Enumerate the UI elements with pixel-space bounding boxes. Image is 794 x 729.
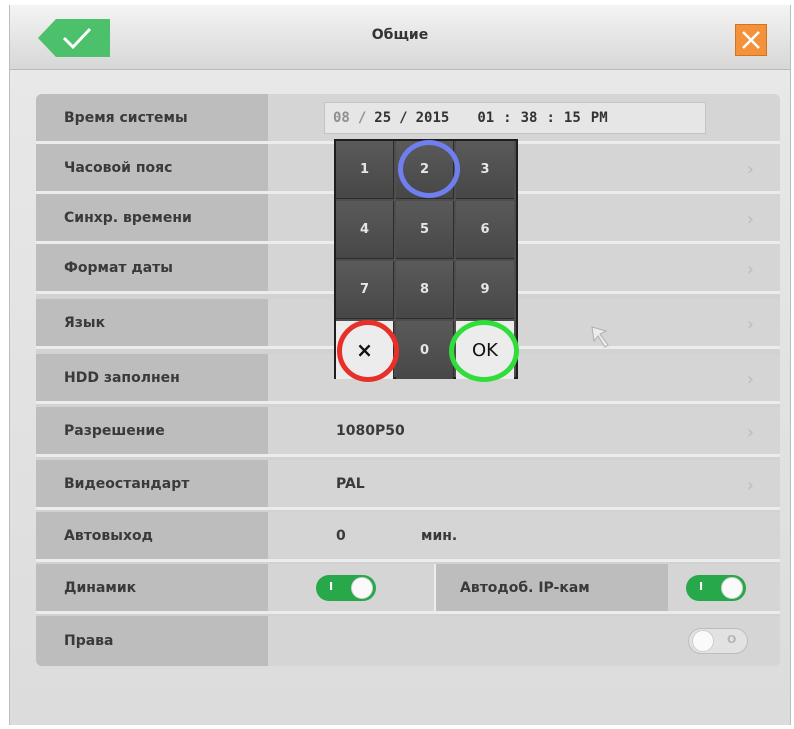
key-6[interactable]: 6 <box>456 201 514 259</box>
day-value[interactable]: 25 <box>374 110 391 126</box>
row-speaker: Динамик I Автодоб. IP-кам I <box>36 564 780 614</box>
auto-add-ip-label: Автодоб. IP-кам <box>436 564 668 611</box>
auto-add-ip-toggle[interactable]: I <box>686 575 746 601</box>
row-video-standard[interactable]: Видеостандарт PAL › <box>36 460 780 510</box>
chevron-right-icon[interactable]: › <box>747 259 754 280</box>
date-separator: / <box>399 110 408 126</box>
year-value[interactable]: 2015 <box>416 110 450 126</box>
auto-exit-value[interactable]: 0 <box>336 528 346 544</box>
date-separator: / <box>357 110 367 126</box>
key-0[interactable]: 0 <box>396 321 454 379</box>
toggle-knob <box>721 577 743 599</box>
second-value[interactable]: 15 <box>564 110 581 126</box>
system-time-field[interactable]: 08 / 25 / 2015 01 : 38 : 15 PM <box>324 102 706 134</box>
language-label: Язык <box>36 299 268 346</box>
toggle-knob <box>351 577 373 599</box>
key-1[interactable]: 1 <box>336 141 394 199</box>
toggle-mark: I <box>329 580 334 593</box>
clear-key[interactable]: × <box>336 321 394 379</box>
page-title: Общие <box>371 27 429 43</box>
timezone-label: Часовой пояс <box>36 144 268 191</box>
row-rights: Права O <box>36 616 780 666</box>
toggle-mark: O <box>727 633 737 646</box>
minute-value[interactable]: 38 <box>521 110 538 126</box>
key-9[interactable]: 9 <box>456 261 514 319</box>
key-8[interactable]: 8 <box>396 261 454 319</box>
time-sync-label: Синхр. времени <box>36 194 268 241</box>
key-3[interactable]: 3 <box>456 141 514 199</box>
rights-label: Права <box>36 616 268 666</box>
resolution-value[interactable]: 1080P50 <box>336 423 405 439</box>
speaker-label: Динамик <box>36 564 268 611</box>
time-separator: : <box>503 110 512 126</box>
chevron-right-icon[interactable]: › <box>747 475 754 496</box>
video-standard-label: Видеостандарт <box>36 460 268 507</box>
mouse-cursor-icon <box>591 326 609 348</box>
close-button[interactable] <box>735 24 767 56</box>
numeric-keypad: 1 2 3 4 5 6 7 8 9 × 0 OK <box>334 139 518 379</box>
video-standard-value[interactable]: PAL <box>336 476 365 492</box>
row-auto-exit: Автовыход 0 мин. <box>36 512 780 562</box>
row-resolution[interactable]: Разрешение 1080P50 › <box>36 407 780 457</box>
ampm-value[interactable]: PM <box>591 110 608 126</box>
key-7[interactable]: 7 <box>336 261 394 319</box>
date-format-label: Формат даты <box>36 244 268 291</box>
key-5[interactable]: 5 <box>396 201 454 259</box>
chevron-right-icon[interactable]: › <box>747 369 754 390</box>
chevron-right-icon[interactable]: › <box>747 209 754 230</box>
hdd-full-label: HDD заполнен <box>36 354 268 401</box>
month-value[interactable]: 08 <box>333 110 350 126</box>
toggle-knob <box>692 630 714 652</box>
auto-exit-unit: мин. <box>421 528 458 544</box>
ok-key[interactable]: OK <box>456 321 514 379</box>
auto-exit-label: Автовыход <box>36 512 268 559</box>
hour-value[interactable]: 01 <box>477 110 494 126</box>
chevron-right-icon[interactable]: › <box>747 159 754 180</box>
close-icon <box>742 31 760 49</box>
key-2[interactable]: 2 <box>396 141 454 199</box>
time-separator: : <box>546 110 555 126</box>
row-system-time: Время системы 08 / 25 / 2015 01 : 38 : 1… <box>36 94 780 144</box>
title-bar: Общие <box>10 5 790 70</box>
resolution-label: Разрешение <box>36 407 268 454</box>
speaker-toggle[interactable]: I <box>316 575 376 601</box>
toggle-mark: I <box>699 580 704 593</box>
chevron-right-icon[interactable]: › <box>747 314 754 335</box>
system-time-label: Время системы <box>36 94 268 141</box>
chevron-right-icon[interactable]: › <box>747 422 754 443</box>
rights-toggle[interactable]: O <box>688 628 748 654</box>
key-4[interactable]: 4 <box>336 201 394 259</box>
